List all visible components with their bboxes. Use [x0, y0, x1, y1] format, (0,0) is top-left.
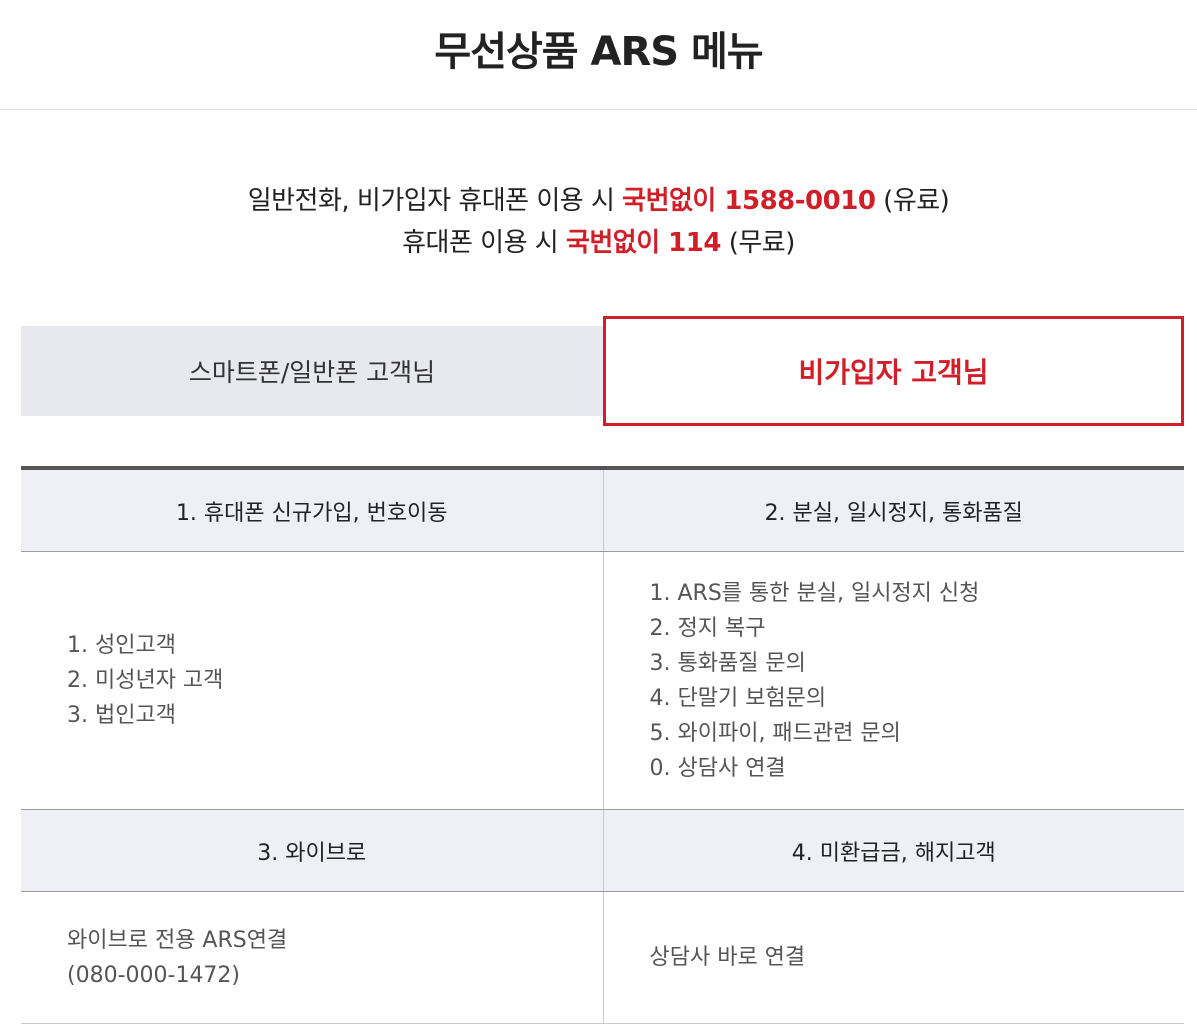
table-header-row: 1. 휴대폰 신규가입, 번호이동 2. 분실, 일시정지, 통화품질 — [21, 470, 1184, 552]
page-header: 무선상품 ARS 메뉴 — [0, 0, 1197, 110]
list-item: 3. 법인고객 — [67, 703, 176, 728]
table-body-row: 1. 성인고객 2. 미성년자 고객 3. 법인고객 1. ARS를 통한 분실… — [21, 552, 1184, 810]
ars-notice: 일반전화, 비가입자 휴대폰 이용 시 국번없이 1588-0010 (유료) … — [0, 180, 1197, 264]
section-title-refund-termination: 4. 미환급금, 해지고객 — [602, 810, 1185, 891]
notice-line-1-number: 국번없이 1588-0010 — [622, 186, 876, 216]
notice-line-1: 일반전화, 비가입자 휴대폰 이용 시 국번없이 1588-0010 (유료) — [0, 180, 1197, 222]
customer-type-tabs: 스마트폰/일반폰 고객님 비가입자 고객님 — [21, 316, 1184, 426]
list-item: 2. 정지 복구 — [649, 615, 766, 641]
section-title-new-subscription: 1. 휴대폰 신규가입, 번호이동 — [175, 500, 448, 526]
section-body-new-subscription: 1. 성인고객 2. 미성년자 고객 3. 법인고객 — [21, 552, 603, 809]
list-item: 2. 미성년자 고객 — [67, 668, 224, 693]
table-header-row: 3. 와이브로 4. 미환급금, 해지고객 — [21, 810, 1184, 892]
list-item: 1. ARS를 통한 분실, 일시정지 신청 — [649, 580, 980, 606]
loss-suspension-list: 1. ARS를 통한 분실, 일시정지 신청 2. 정지 복구 3. 통화품질 … — [650, 576, 1185, 786]
page-title: 무선상품 ARS 메뉴 — [434, 28, 763, 75]
list-item: 4. 단말기 보험문의 — [649, 685, 827, 711]
table-body-row: 와이브로 전용 ARS연결 (080-000-1472) 상담사 바로 연결 — [21, 892, 1184, 1024]
notice-line-1-suffix: (유료) — [875, 186, 950, 216]
ars-menu-table: 1. 휴대폰 신규가입, 번호이동 2. 분실, 일시정지, 통화품질 1. 성… — [21, 466, 1184, 1024]
section-body-refund-termination: 상담사 바로 연결 — [602, 892, 1185, 1023]
notice-line-2-prefix: 휴대폰 이용 시 — [402, 228, 566, 258]
list-item: 3. 통화품질 문의 — [649, 650, 806, 676]
list-item: 와이브로 전용 ARS연결 — [67, 927, 288, 953]
new-subscription-list: 1. 성인고객 2. 미성년자 고객 3. 법인고객 — [67, 628, 603, 733]
section-title-wibro: 3. 와이브로 — [257, 840, 367, 866]
notice-line-2-suffix: (무료) — [720, 228, 796, 258]
wibro-list: 와이브로 전용 ARS연결 (080-000-1472) — [67, 923, 603, 993]
list-item: 0. 상담사 연결 — [649, 755, 786, 781]
refund-termination-list: 상담사 바로 연결 — [650, 940, 1185, 975]
section-body-loss-suspension: 1. ARS를 통한 분실, 일시정지 신청 2. 정지 복구 3. 통화품질 … — [602, 552, 1185, 809]
notice-line-2-number: 국번없이 114 — [565, 228, 722, 258]
list-item: (080-000-1472) — [67, 962, 241, 988]
list-item: 5. 와이파이, 패드관련 문의 — [649, 720, 901, 746]
tab-non-subscriber-customer[interactable]: 비가입자 고객님 — [603, 316, 1184, 426]
section-title-loss-suspension: 2. 분실, 일시정지, 통화품질 — [602, 470, 1185, 551]
list-item: 1. 성인고객 — [67, 633, 176, 658]
list-item: 상담사 바로 연결 — [649, 945, 806, 970]
notice-line-1-prefix: 일반전화, 비가입자 휴대폰 이용 시 — [247, 186, 623, 216]
notice-line-2: 휴대폰 이용 시 국번없이 114 (무료) — [0, 222, 1197, 264]
section-body-wibro: 와이브로 전용 ARS연결 (080-000-1472) — [21, 892, 603, 1023]
tab-smartphone-customer[interactable]: 스마트폰/일반폰 고객님 — [21, 326, 603, 416]
